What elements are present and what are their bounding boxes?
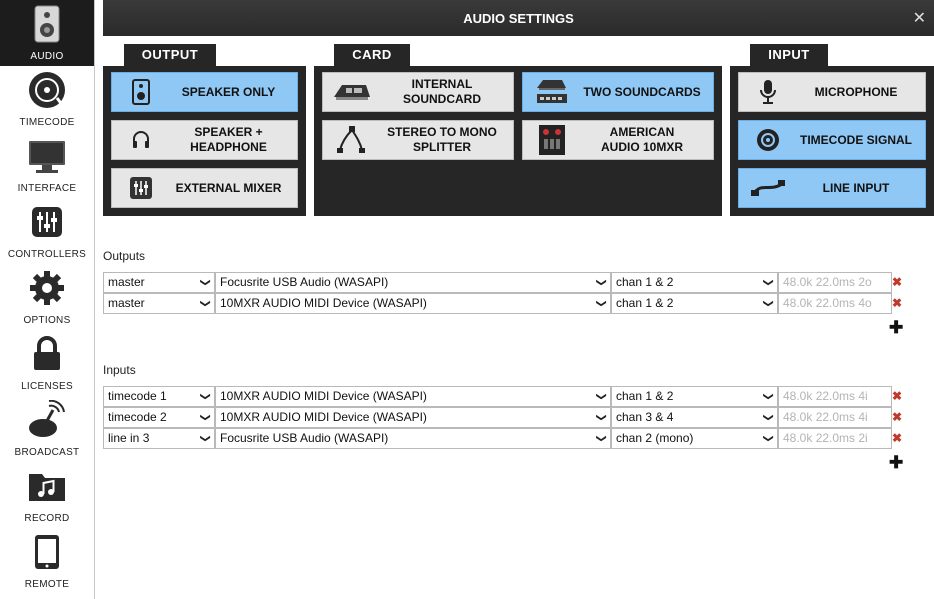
chevron-down-icon: ❯ xyxy=(762,278,774,287)
sidebar-item-audio[interactable]: AUDIO xyxy=(0,0,94,66)
sidebar-item-label: INTERFACE xyxy=(17,183,77,194)
gear-icon xyxy=(0,268,94,308)
chan-select[interactable]: chan 1 & 2 ❯ xyxy=(611,293,778,314)
timecode-signal-button[interactable]: TIMECODE SIGNAL xyxy=(738,120,926,160)
device-select[interactable]: 10MXR AUDIO MIDI Device (WASAPI) ❯ xyxy=(215,407,611,428)
sidebar-item-label: BROADCAST xyxy=(14,447,80,458)
device-select[interactable]: 10MXR AUDIO MIDI Device (WASAPI) ❯ xyxy=(215,293,611,314)
chevron-down-icon: ❯ xyxy=(595,392,607,401)
inputs-section-label: Inputs xyxy=(103,363,136,377)
device-info: 48.0k 22.0ms 4i xyxy=(778,386,892,407)
chan-select[interactable]: chan 1 & 2 ❯ xyxy=(611,386,778,407)
add-input-icon[interactable]: ✚ xyxy=(889,453,903,473)
sliders-icon xyxy=(0,202,94,242)
device-select[interactable]: Focusrite USB Audio (WASAPI) ❯ xyxy=(215,272,611,293)
outputs-section-label: Outputs xyxy=(103,249,146,263)
external-mixer-button[interactable]: EXTERNAL MIXER xyxy=(111,168,298,208)
device-info: 48.0k 22.0ms 4i xyxy=(778,407,892,428)
channel-select[interactable]: master ❯ xyxy=(103,293,215,314)
chevron-down-icon: ❯ xyxy=(199,413,211,422)
sidebar-item-interface[interactable]: INTERFACE xyxy=(0,132,94,198)
two-soundcards-button[interactable]: TWO SOUNDCARDS xyxy=(522,72,714,112)
sidebar: AUDIO TIMECODE INTERFACE CONTROLLERS OPT… xyxy=(0,0,95,599)
sidebar-item-label: OPTIONS xyxy=(23,315,71,326)
sidebar-item-licenses[interactable]: LICENSES xyxy=(0,330,94,396)
sidebar-item-label: AUDIO xyxy=(30,51,64,62)
sidebar-item-record[interactable]: RECORD xyxy=(0,462,94,528)
lock-icon xyxy=(0,334,94,374)
title-bar: AUDIO SETTINGS ✕ xyxy=(103,0,934,36)
device-info: 48.0k 22.0ms 4o xyxy=(778,293,892,314)
delete-icon[interactable]: ✖ xyxy=(892,296,902,310)
american-audio-10mxr-button[interactable]: AMERICAN AUDIO 10MXR xyxy=(522,120,714,160)
chevron-down-icon: ❯ xyxy=(595,299,607,308)
sidebar-item-controllers[interactable]: CONTROLLERS xyxy=(0,198,94,264)
channel-select[interactable]: timecode 2 ❯ xyxy=(103,407,215,428)
chan-select[interactable]: chan 1 & 2 ❯ xyxy=(611,272,778,293)
card-group-tab: CARD xyxy=(334,44,410,66)
page-title: AUDIO SETTINGS xyxy=(463,11,574,26)
chevron-down-icon: ❯ xyxy=(762,434,774,443)
tablet-icon xyxy=(0,532,94,572)
sidebar-item-options[interactable]: OPTIONS xyxy=(0,264,94,330)
chan-select[interactable]: chan 2 (mono) ❯ xyxy=(611,428,778,449)
sidebar-item-label: REMOTE xyxy=(24,579,70,590)
microphone-icon xyxy=(745,73,791,111)
chevron-down-icon: ❯ xyxy=(595,278,607,287)
chevron-down-icon: ❯ xyxy=(595,434,607,443)
headphone-icon xyxy=(118,121,164,159)
two-soundcards-icon xyxy=(529,73,575,111)
delete-icon[interactable]: ✖ xyxy=(892,431,902,445)
music-folder-icon xyxy=(0,466,94,506)
timecode-disc-icon xyxy=(745,121,791,159)
sidebar-item-label: CONTROLLERS xyxy=(7,249,87,260)
sidebar-item-remote[interactable]: REMOTE xyxy=(0,528,94,594)
mixer-icon xyxy=(118,169,164,207)
internal-soundcard-button[interactable]: INTERNAL SOUNDCARD xyxy=(322,72,514,112)
delete-icon[interactable]: ✖ xyxy=(892,389,902,403)
output-group-tab: OUTPUT xyxy=(124,44,216,66)
broadcast-icon xyxy=(0,400,94,440)
add-output-icon[interactable]: ✚ xyxy=(889,318,903,338)
line-cable-icon xyxy=(745,169,791,207)
channel-select[interactable]: line in 3 ❯ xyxy=(103,428,215,449)
speaker-icon xyxy=(118,73,164,111)
close-icon[interactable]: ✕ xyxy=(913,8,926,28)
stereo-to-mono-splitter-button[interactable]: STEREO TO MONO SPLITTER xyxy=(322,120,514,160)
input-group-tab: INPUT xyxy=(750,44,828,66)
chevron-down-icon: ❯ xyxy=(199,434,211,443)
speaker-icon xyxy=(0,4,94,44)
device-info: 48.0k 22.0ms 2o xyxy=(778,272,892,293)
splitter-cable-icon xyxy=(329,121,375,159)
microphone-button[interactable]: MICROPHONE xyxy=(738,72,926,112)
speaker-headphone-button[interactable]: SPEAKER + HEADPHONE xyxy=(111,120,298,160)
sidebar-item-broadcast[interactable]: BROADCAST xyxy=(0,396,94,462)
channel-select[interactable]: timecode 1 ❯ xyxy=(103,386,215,407)
chevron-down-icon: ❯ xyxy=(762,413,774,422)
chevron-down-icon: ❯ xyxy=(762,299,774,308)
line-input-button[interactable]: LINE INPUT xyxy=(738,168,926,208)
monitor-icon xyxy=(0,136,94,176)
chan-select[interactable]: chan 3 & 4 ❯ xyxy=(611,407,778,428)
delete-icon[interactable]: ✖ xyxy=(892,275,902,289)
delete-icon[interactable]: ✖ xyxy=(892,410,902,424)
soundcard-icon xyxy=(329,73,375,111)
chevron-down-icon: ❯ xyxy=(595,413,607,422)
vinyl-icon xyxy=(0,70,94,110)
device-info: 48.0k 22.0ms 2i xyxy=(778,428,892,449)
chevron-down-icon: ❯ xyxy=(199,278,211,287)
dj-mixer-device-icon xyxy=(529,121,575,159)
device-select[interactable]: 10MXR AUDIO MIDI Device (WASAPI) ❯ xyxy=(215,386,611,407)
chevron-down-icon: ❯ xyxy=(199,299,211,308)
sidebar-item-label: TIMECODE xyxy=(19,117,75,128)
device-select[interactable]: Focusrite USB Audio (WASAPI) ❯ xyxy=(215,428,611,449)
sidebar-item-label: RECORD xyxy=(24,513,70,524)
channel-select[interactable]: master ❯ xyxy=(103,272,215,293)
speaker-only-button[interactable]: SPEAKER ONLY xyxy=(111,72,298,112)
sidebar-item-label: LICENSES xyxy=(21,381,73,392)
chevron-down-icon: ❯ xyxy=(762,392,774,401)
chevron-down-icon: ❯ xyxy=(199,392,211,401)
sidebar-item-timecode[interactable]: TIMECODE xyxy=(0,66,94,132)
